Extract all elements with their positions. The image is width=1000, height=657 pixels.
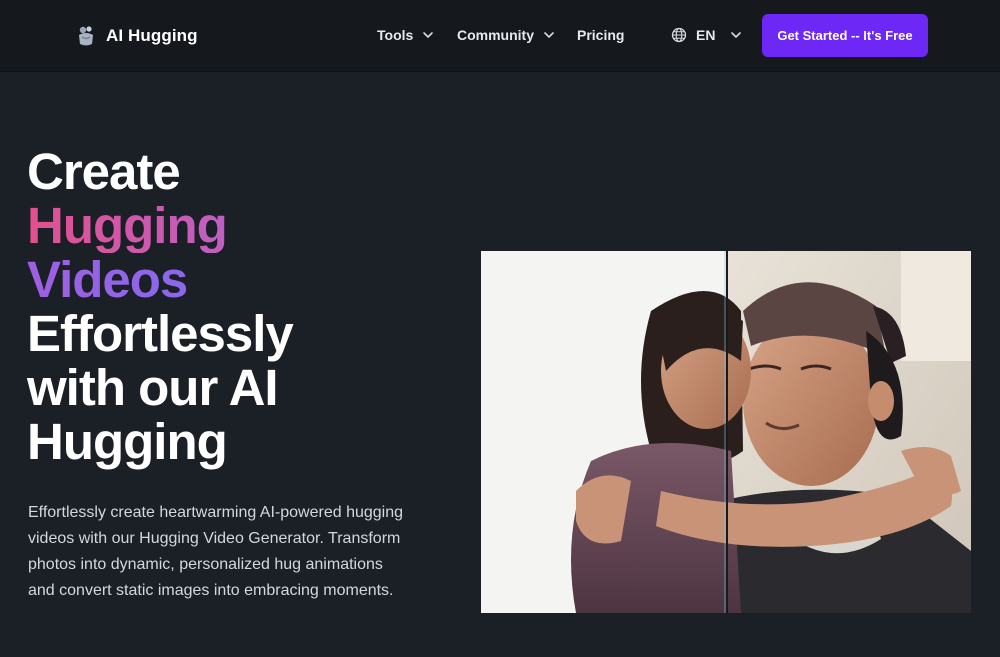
hero-title: Create Hugging Videos Effortlessly with … xyxy=(27,145,447,469)
hero-title-line-3: Videos xyxy=(27,253,447,307)
chevron-down-icon xyxy=(731,32,742,39)
top-navbar: AI Hugging Tools Community Pricing EN Ge… xyxy=(0,0,1000,72)
nav-tools-dropdown[interactable]: Tools xyxy=(377,24,434,46)
nav-community-dropdown[interactable]: Community xyxy=(457,24,555,46)
hero-title-line-6: Hugging xyxy=(27,413,228,470)
nav-pricing-link[interactable]: Pricing xyxy=(577,24,624,46)
logo-link[interactable]: AI Hugging xyxy=(76,23,198,49)
hero-title-line-5: with our AI xyxy=(27,359,279,416)
hug-photo-illustration xyxy=(481,251,971,613)
hero-title-line-1: Create xyxy=(27,143,181,200)
globe-icon xyxy=(671,27,687,43)
language-label: EN xyxy=(696,27,716,43)
hero-title-line-4: Effortlessly xyxy=(27,305,294,362)
chevron-down-icon xyxy=(423,32,434,39)
chevron-down-icon xyxy=(544,32,554,39)
hug-comparison-image xyxy=(481,251,971,613)
language-selector[interactable]: EN xyxy=(671,24,742,46)
nav-community-label: Community xyxy=(457,27,534,43)
hero-description: Effortlessly create heartwarming AI-powe… xyxy=(28,504,404,599)
nav-tools-label: Tools xyxy=(377,27,414,43)
hugging-bear-icon xyxy=(79,26,93,46)
hero-title-line-2: Hugging xyxy=(27,199,447,253)
get-started-button[interactable]: Get Started -- It's Free xyxy=(762,14,928,57)
logo-text: AI Hugging xyxy=(106,26,198,45)
